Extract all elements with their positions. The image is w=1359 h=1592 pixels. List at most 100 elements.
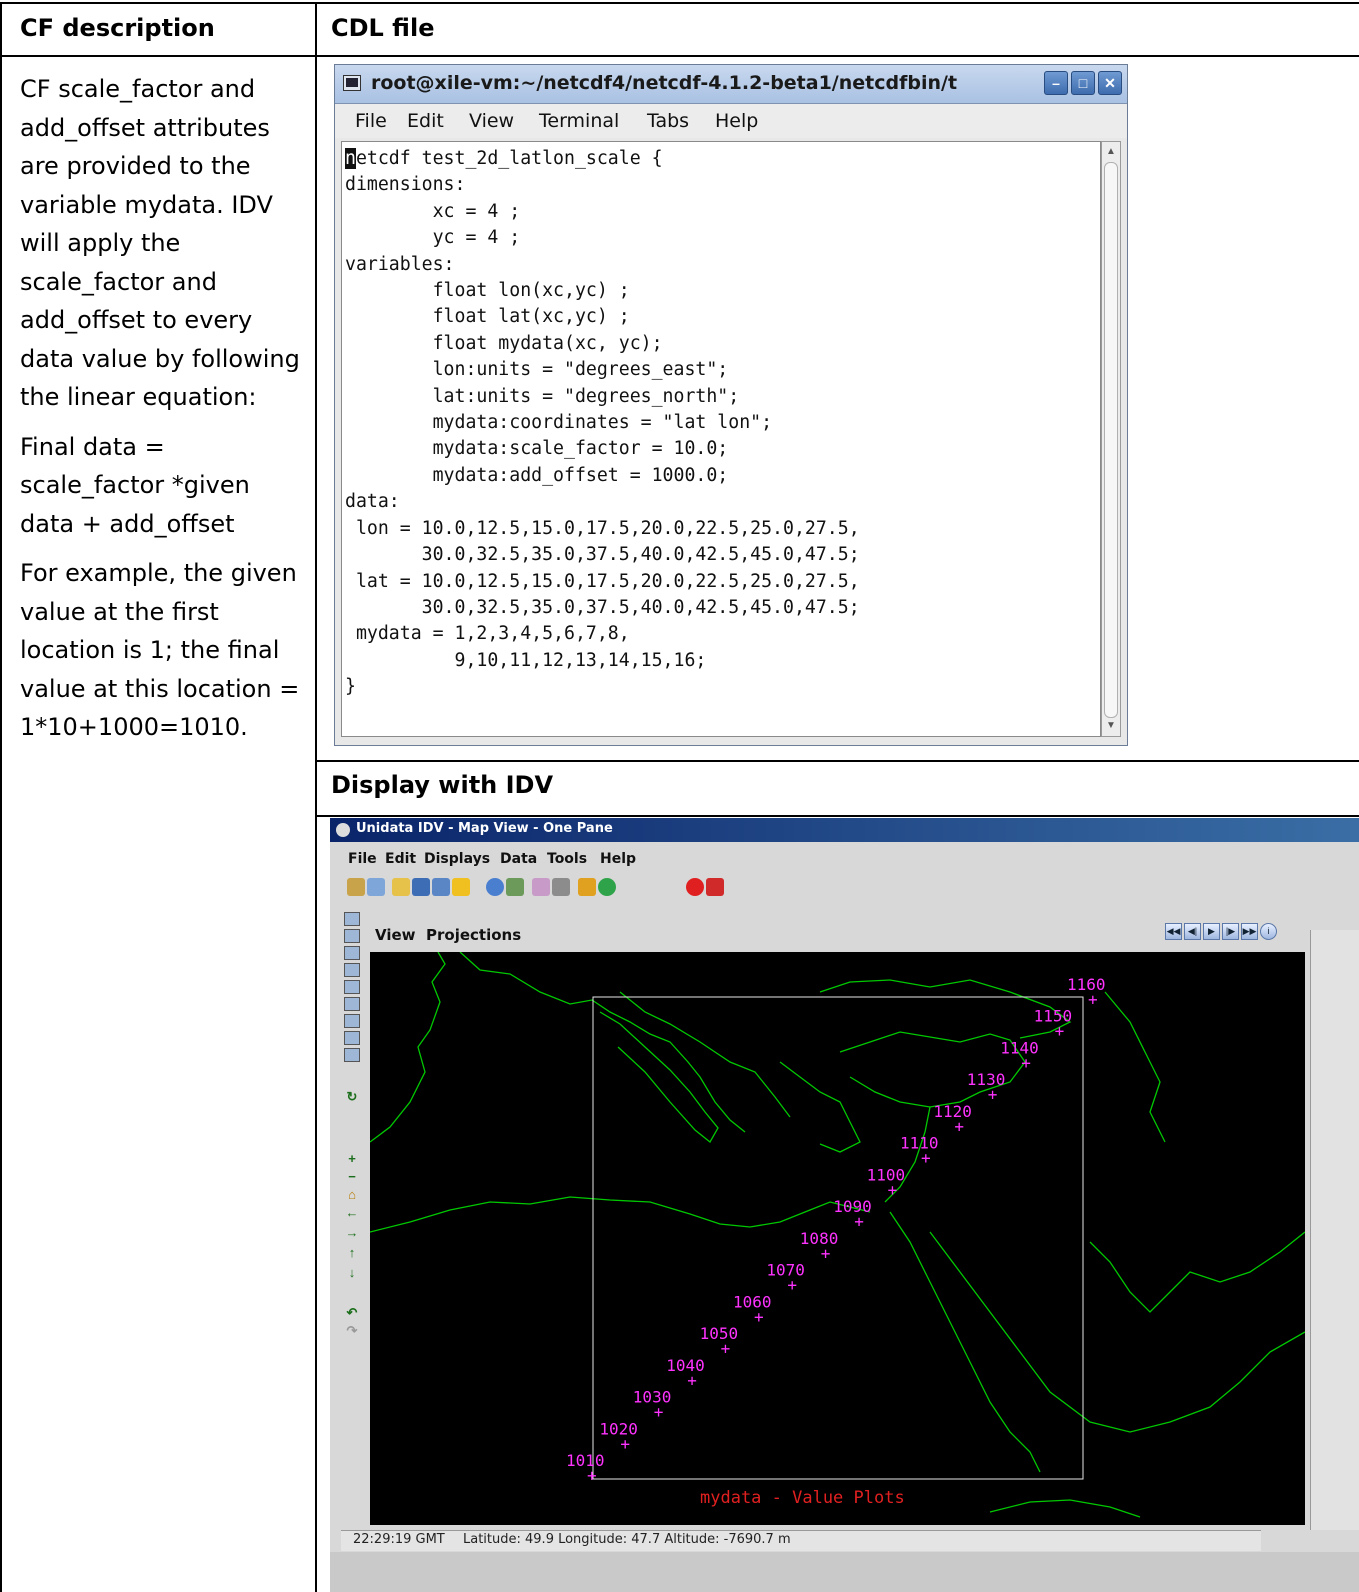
coastline-north-africa	[370, 1196, 871, 1233]
menu-view[interactable]: View	[469, 110, 514, 132]
view-cube-icon-3[interactable]	[344, 946, 360, 960]
chooser-icon[interactable]	[506, 878, 524, 896]
new-window-icon[interactable]	[367, 878, 385, 896]
menu-tabs[interactable]: Tabs	[647, 110, 689, 132]
animation-last-icon[interactable]: ▶▶	[1241, 923, 1258, 940]
description-paragraph-3: For example, the given value at the firs…	[20, 559, 300, 741]
favorite-star-icon[interactable]	[452, 878, 470, 896]
globe-icon[interactable]	[598, 878, 616, 896]
column-header-cdl-file: CDL file	[331, 14, 435, 42]
stop-icon[interactable]	[686, 878, 704, 896]
cut-icon[interactable]	[552, 878, 570, 896]
legend-side-panel[interactable]	[1310, 930, 1359, 1530]
scroll-down-arrow[interactable]: ▼	[1104, 718, 1118, 734]
display-with-idv-header: Display with IDV	[331, 771, 554, 799]
coastline-france-italy	[459, 952, 746, 1133]
open-folder-icon[interactable]	[392, 878, 410, 896]
point-value-label: 1110	[900, 1134, 939, 1153]
point-value-label: 1030	[633, 1388, 672, 1407]
view-cube-icon-4[interactable]	[344, 963, 360, 977]
point-value-label: 1100	[867, 1165, 906, 1184]
terminal-icon	[343, 75, 361, 91]
idv-title: Unidata IDV - Map View - One Pane	[356, 821, 613, 836]
point-value-label: 1140	[1000, 1038, 1039, 1057]
maximize-button[interactable]: □	[1071, 71, 1095, 95]
wand-icon[interactable]	[347, 878, 365, 896]
coastline-balkans	[779, 1061, 861, 1153]
point-value-label: 1040	[666, 1356, 705, 1375]
point-value-label: 1070	[766, 1261, 805, 1280]
animation-info-icon[interactable]: i	[1260, 923, 1277, 940]
pan-down-icon[interactable]: ↓	[344, 1266, 360, 1280]
idv-menu-displays[interactable]: Displays	[424, 851, 490, 867]
zoom-out-icon[interactable]: −	[344, 1170, 360, 1184]
coastline-arabia	[929, 1231, 1305, 1433]
terminal-title: root@xile-vm:~/netcdf4/netcdf-4.1.2-beta…	[371, 72, 958, 94]
view-menu[interactable]: View	[375, 926, 416, 944]
zoom-in-icon[interactable]: +	[344, 1152, 360, 1166]
idv-menu-tools[interactable]: Tools	[547, 851, 587, 867]
coastline-gulf	[1089, 1231, 1305, 1313]
point-value-label: 1150	[1034, 1007, 1073, 1026]
view-cube-icon-6[interactable]	[344, 997, 360, 1011]
menu-file[interactable]: File	[355, 110, 387, 132]
menu-terminal[interactable]: Terminal	[539, 110, 619, 132]
point-value-label: 1130	[967, 1070, 1006, 1089]
value-plot-points: +1010+1020+1030+1040+1050+1060+1070+1080…	[566, 975, 1106, 1485]
help-icon[interactable]	[486, 878, 504, 896]
point-value-label: 1080	[800, 1229, 839, 1248]
idv-menu-data[interactable]: Data	[500, 851, 537, 867]
header-row-border	[0, 55, 1359, 57]
cdl-text: etcdf test_2d_latlon_scale { dimensions:…	[345, 148, 860, 698]
undo-icon[interactable]: ↶	[344, 1306, 360, 1320]
terminal-text-area[interactable]: netcdf test_2d_latlon_scale { dimensions…	[341, 141, 1101, 737]
animation-first-icon[interactable]: ◀◀	[1165, 923, 1182, 940]
idv-titlebar[interactable]: Unidata IDV - Map View - One Pane	[330, 818, 1359, 842]
animation-play-icon[interactable]: ▶	[1203, 923, 1220, 940]
cf-description-text: CF scale_factor and add_offset attribute…	[20, 70, 300, 758]
edit-pencil-icon[interactable]	[578, 878, 596, 896]
idv-app-icon	[336, 823, 350, 837]
projections-menu[interactable]: Projections	[426, 926, 521, 944]
view-cube-icon-5[interactable]	[344, 980, 360, 994]
terminal-scrollbar[interactable]: ▲ ▼	[1101, 141, 1121, 737]
point-value-label: 1020	[599, 1419, 638, 1438]
animation-step-forward-icon[interactable]: |▶	[1222, 923, 1239, 940]
description-paragraph-2: Final data = scale_factor *given data + …	[20, 432, 250, 538]
status-time: 22:29:19 GMT	[353, 1532, 445, 1547]
rotate-icon[interactable]: ↻	[344, 1090, 360, 1104]
column-header-cf-description: CF description	[20, 14, 215, 42]
description-paragraph-1: CF scale_factor and add_offset attribute…	[20, 75, 300, 411]
minimize-button[interactable]: –	[1044, 71, 1068, 95]
cancel-icon[interactable]	[706, 878, 724, 896]
point-value-label: 1160	[1067, 975, 1106, 994]
menu-edit[interactable]: Edit	[407, 110, 444, 132]
view-cube-icon-8[interactable]	[344, 1031, 360, 1045]
pan-right-icon[interactable]: →	[344, 1226, 360, 1240]
idv-menu-file[interactable]: File	[348, 851, 377, 867]
coastline-horn	[989, 1499, 1141, 1518]
display-row-top-border	[315, 760, 1359, 762]
view-cube-icon-9[interactable]	[344, 1048, 360, 1062]
terminal-titlebar[interactable]: root@xile-vm:~/netcdf4/netcdf-4.1.2-beta…	[335, 65, 1127, 104]
idv-menu-edit[interactable]: Edit	[385, 851, 416, 867]
save-icon[interactable]	[412, 878, 430, 896]
scroll-up-arrow[interactable]: ▲	[1104, 144, 1118, 160]
save-as-icon[interactable]	[432, 878, 450, 896]
animation-step-back-icon[interactable]: ◀|	[1184, 923, 1201, 940]
map-display[interactable]: +1010 +1020 +1030 +1040 +1050 +1060 +1070 +1080…	[370, 952, 1305, 1525]
document-page: CF description CDL file Display with IDV…	[0, 0, 1359, 1592]
view-cube-icon-2[interactable]	[344, 929, 360, 943]
map-svg: +1010+1020+1030+1040+1050+1060+1070+1080…	[370, 952, 1305, 1518]
view-cube-icon-7[interactable]	[344, 1014, 360, 1028]
scrollbar-thumb[interactable]	[1104, 162, 1118, 718]
idv-menu-help[interactable]: Help	[600, 851, 636, 867]
home-icon[interactable]: ⌂	[344, 1188, 360, 1202]
menu-help[interactable]: Help	[715, 110, 758, 132]
redo-icon[interactable]: ↷	[344, 1324, 360, 1338]
close-button[interactable]: ✕	[1098, 71, 1122, 95]
pan-left-icon[interactable]: ←	[344, 1206, 360, 1220]
view-cube-icon-1[interactable]	[344, 912, 360, 926]
pan-up-icon[interactable]: ↑	[344, 1246, 360, 1260]
eraser-icon[interactable]	[532, 878, 550, 896]
